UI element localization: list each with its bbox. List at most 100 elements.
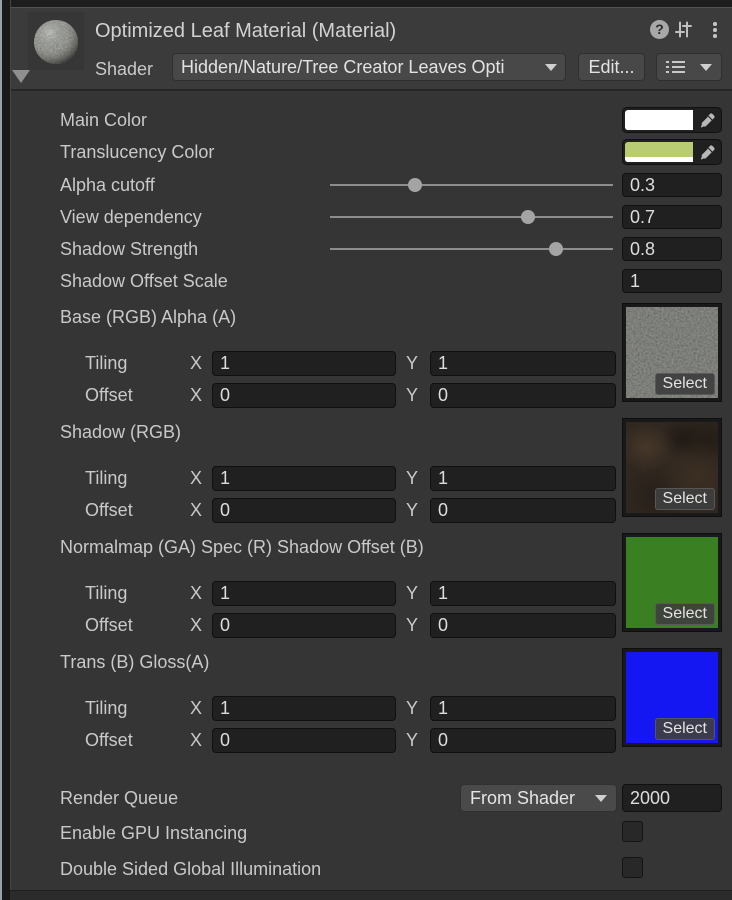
offset-y-field[interactable]: 0 (430, 498, 616, 523)
tiling-x-field[interactable]: 1 (212, 581, 396, 606)
y-axis-label: Y (406, 581, 422, 606)
x-axis-label: X (190, 351, 206, 376)
y-axis-label: Y (406, 728, 422, 753)
texture-section-base: Base (RGB) Alpha (A) Tiling X 1 Y 1 Offs… (0, 303, 732, 418)
y-axis-label: Y (406, 383, 422, 408)
x-axis-label: X (190, 728, 206, 753)
tiling-x-field[interactable]: 1 (212, 696, 396, 721)
tiling-y-field[interactable]: 1 (430, 581, 616, 606)
gpu-instancing-checkbox[interactable] (622, 821, 643, 842)
select-texture-button[interactable]: Select (655, 718, 715, 740)
y-axis-label: Y (406, 498, 422, 523)
main-color-swatch[interactable] (625, 110, 693, 130)
eyedropper-icon (700, 113, 715, 128)
offset-x-field[interactable]: 0 (212, 613, 396, 638)
shadow-strength-value[interactable]: 0.8 (622, 237, 722, 261)
select-texture-button[interactable]: Select (655, 488, 715, 510)
offset-y-field[interactable]: 0 (430, 728, 616, 753)
translucency-color-swatch[interactable] (625, 142, 693, 162)
texture-thumbnail-base[interactable]: Select (622, 303, 722, 402)
offset-label: Offset (85, 383, 133, 407)
main-color-label: Main Color (60, 108, 147, 132)
main-color-alpha-bar (625, 125, 693, 130)
tiling-x-field[interactable]: 1 (212, 351, 396, 376)
edit-shader-button[interactable]: Edit... (578, 53, 645, 81)
presets-icon[interactable] (674, 20, 693, 39)
list-icon (666, 60, 686, 74)
tiling-label: Tiling (85, 581, 127, 605)
main-color-field[interactable] (622, 107, 722, 133)
slider-knob[interactable] (521, 210, 535, 224)
offset-y-field[interactable]: 0 (430, 383, 616, 408)
view-dependency-slider[interactable] (330, 210, 613, 224)
view-dependency-label: View dependency (60, 205, 202, 229)
select-texture-button[interactable]: Select (655, 373, 715, 395)
alpha-cutoff-label: Alpha cutoff (60, 173, 155, 197)
translucency-color-alpha-bar (625, 157, 693, 162)
texture-label: Base (RGB) Alpha (A) (60, 305, 236, 329)
offset-x-field[interactable]: 0 (212, 498, 396, 523)
offset-y-field[interactable]: 0 (430, 613, 616, 638)
material-inspector: Optimized Leaf Material (Material) ? Sha… (0, 0, 732, 900)
translucency-color-field[interactable] (622, 139, 722, 165)
y-axis-label: Y (406, 696, 422, 721)
select-texture-button[interactable]: Select (655, 603, 715, 625)
render-queue-dropdown[interactable]: From Shader (460, 784, 617, 812)
foldout-arrow-icon[interactable] (12, 70, 30, 83)
offset-label: Offset (85, 728, 133, 752)
slider-knob[interactable] (408, 178, 422, 192)
tiling-y-field[interactable]: 1 (430, 466, 616, 491)
tiling-label: Tiling (85, 466, 127, 490)
offset-label: Offset (85, 613, 133, 637)
chevron-down-icon (700, 64, 712, 71)
shadow-strength-slider[interactable] (330, 242, 613, 256)
offset-label: Offset (85, 498, 133, 522)
alpha-cutoff-value[interactable]: 0.3 (622, 173, 722, 197)
texture-label: Normalmap (GA) Spec (R) Shadow Offset (B… (60, 535, 424, 559)
y-axis-label: Y (406, 466, 422, 491)
edit-shader-label: Edit... (588, 57, 634, 78)
more-menu-icon[interactable] (706, 21, 724, 39)
shadow-offset-scale-value[interactable]: 1 (622, 269, 722, 293)
chevron-down-icon (595, 795, 607, 802)
shader-dropdown[interactable]: Hidden/Nature/Tree Creator Leaves Opti (172, 53, 566, 81)
texture-label: Trans (B) Gloss(A) (60, 650, 209, 674)
tiling-y-field[interactable]: 1 (430, 696, 616, 721)
x-axis-label: X (190, 383, 206, 408)
texture-thumbnail-shadow[interactable]: Select (622, 418, 722, 517)
material-preview[interactable] (28, 12, 84, 70)
render-queue-value-field[interactable]: 2000 (622, 784, 722, 812)
translucency-eyedropper-button[interactable] (693, 140, 721, 164)
gpu-instancing-label: Enable GPU Instancing (60, 821, 247, 845)
eyedropper-icon (700, 145, 715, 160)
help-icon[interactable]: ? (650, 20, 669, 39)
shadow-offset-scale-label: Shadow Offset Scale (60, 269, 228, 293)
texture-thumbnail-trans[interactable]: Select (622, 648, 722, 747)
shader-list-menu-button[interactable] (656, 53, 722, 81)
offset-x-field[interactable]: 0 (212, 383, 396, 408)
texture-thumbnail-normalmap[interactable]: Select (622, 533, 722, 632)
inspector-header: Optimized Leaf Material (Material) ? Sha… (10, 8, 732, 91)
render-queue-mode: From Shader (470, 788, 575, 809)
alpha-cutoff-slider[interactable] (330, 178, 613, 192)
tiling-x-field[interactable]: 1 (212, 466, 396, 491)
x-axis-label: X (190, 581, 206, 606)
x-axis-label: X (190, 696, 206, 721)
section-divider (10, 890, 732, 900)
tiling-label: Tiling (85, 351, 127, 375)
double-sided-gi-checkbox[interactable] (622, 857, 643, 878)
view-dependency-value[interactable]: 0.7 (622, 205, 722, 229)
main-color-eyedropper-button[interactable] (693, 108, 721, 132)
tiling-label: Tiling (85, 696, 127, 720)
tiling-y-field[interactable]: 1 (430, 351, 616, 376)
offset-x-field[interactable]: 0 (212, 728, 396, 753)
shader-dropdown-value: Hidden/Nature/Tree Creator Leaves Opti (181, 57, 505, 78)
material-preview-sphere-icon (33, 19, 79, 65)
double-sided-gi-label: Double Sided Global Illumination (60, 857, 321, 881)
window-top-edge (0, 0, 732, 8)
x-axis-label: X (190, 613, 206, 638)
slider-knob[interactable] (549, 242, 563, 256)
inspector-title: Optimized Leaf Material (Material) (95, 18, 396, 44)
y-axis-label: Y (406, 613, 422, 638)
chevron-down-icon (545, 64, 557, 71)
